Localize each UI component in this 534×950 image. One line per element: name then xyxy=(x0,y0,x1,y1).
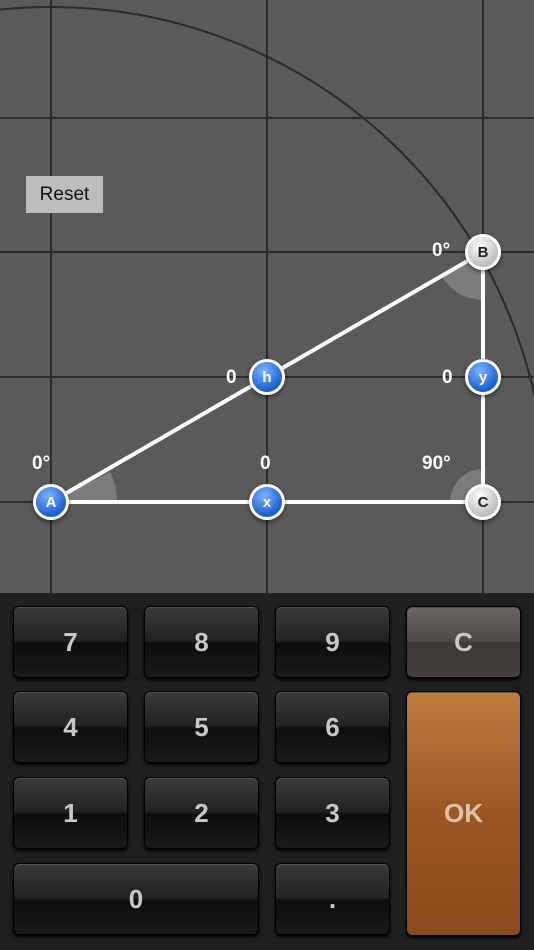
vertex-b-handle[interactable]: B xyxy=(465,234,501,270)
side-x-handle[interactable]: x xyxy=(249,484,285,520)
reset-button[interactable]: Reset xyxy=(26,176,103,213)
key-1[interactable]: 1 xyxy=(13,777,128,849)
key-2[interactable]: 2 xyxy=(144,777,259,849)
triangle-canvas[interactable]: Reset 0° 0° 90° 0 0 0 A B C h x y xyxy=(0,0,534,593)
side-h-letter: h xyxy=(262,368,272,386)
vertex-a-handle[interactable]: A xyxy=(33,484,69,520)
height-length-label: 0 xyxy=(442,367,453,388)
side-h-handle[interactable]: h xyxy=(249,359,285,395)
side-y-letter: y xyxy=(478,368,488,386)
angle-b-label: 0° xyxy=(432,240,451,261)
side-x-letter: x xyxy=(262,493,272,511)
angle-c-label: 90° xyxy=(422,453,451,474)
key-0[interactable]: 0 xyxy=(13,863,259,935)
key-4[interactable]: 4 xyxy=(13,691,128,763)
side-y-handle[interactable]: y xyxy=(465,359,501,395)
vertex-c-handle[interactable]: C xyxy=(465,484,501,520)
vertex-a-letter: A xyxy=(45,493,57,511)
numeric-keypad: 7 8 9 C 4 5 6 OK 1 2 3 0 . xyxy=(0,593,534,950)
angle-a-label: 0° xyxy=(32,453,51,474)
key-9[interactable]: 9 xyxy=(275,606,390,678)
base-length-label: 0 xyxy=(260,453,271,474)
key-7[interactable]: 7 xyxy=(13,606,128,678)
vertex-c-letter: C xyxy=(477,493,489,511)
hypotenuse-length-label: 0 xyxy=(226,367,237,388)
key-5[interactable]: 5 xyxy=(144,691,259,763)
key-6[interactable]: 6 xyxy=(275,691,390,763)
vertex-b-letter: B xyxy=(477,243,489,261)
clear-key[interactable]: C xyxy=(406,606,521,678)
key-3[interactable]: 3 xyxy=(275,777,390,849)
ok-key[interactable]: OK xyxy=(406,691,521,936)
decimal-key[interactable]: . xyxy=(275,863,390,935)
key-8[interactable]: 8 xyxy=(144,606,259,678)
